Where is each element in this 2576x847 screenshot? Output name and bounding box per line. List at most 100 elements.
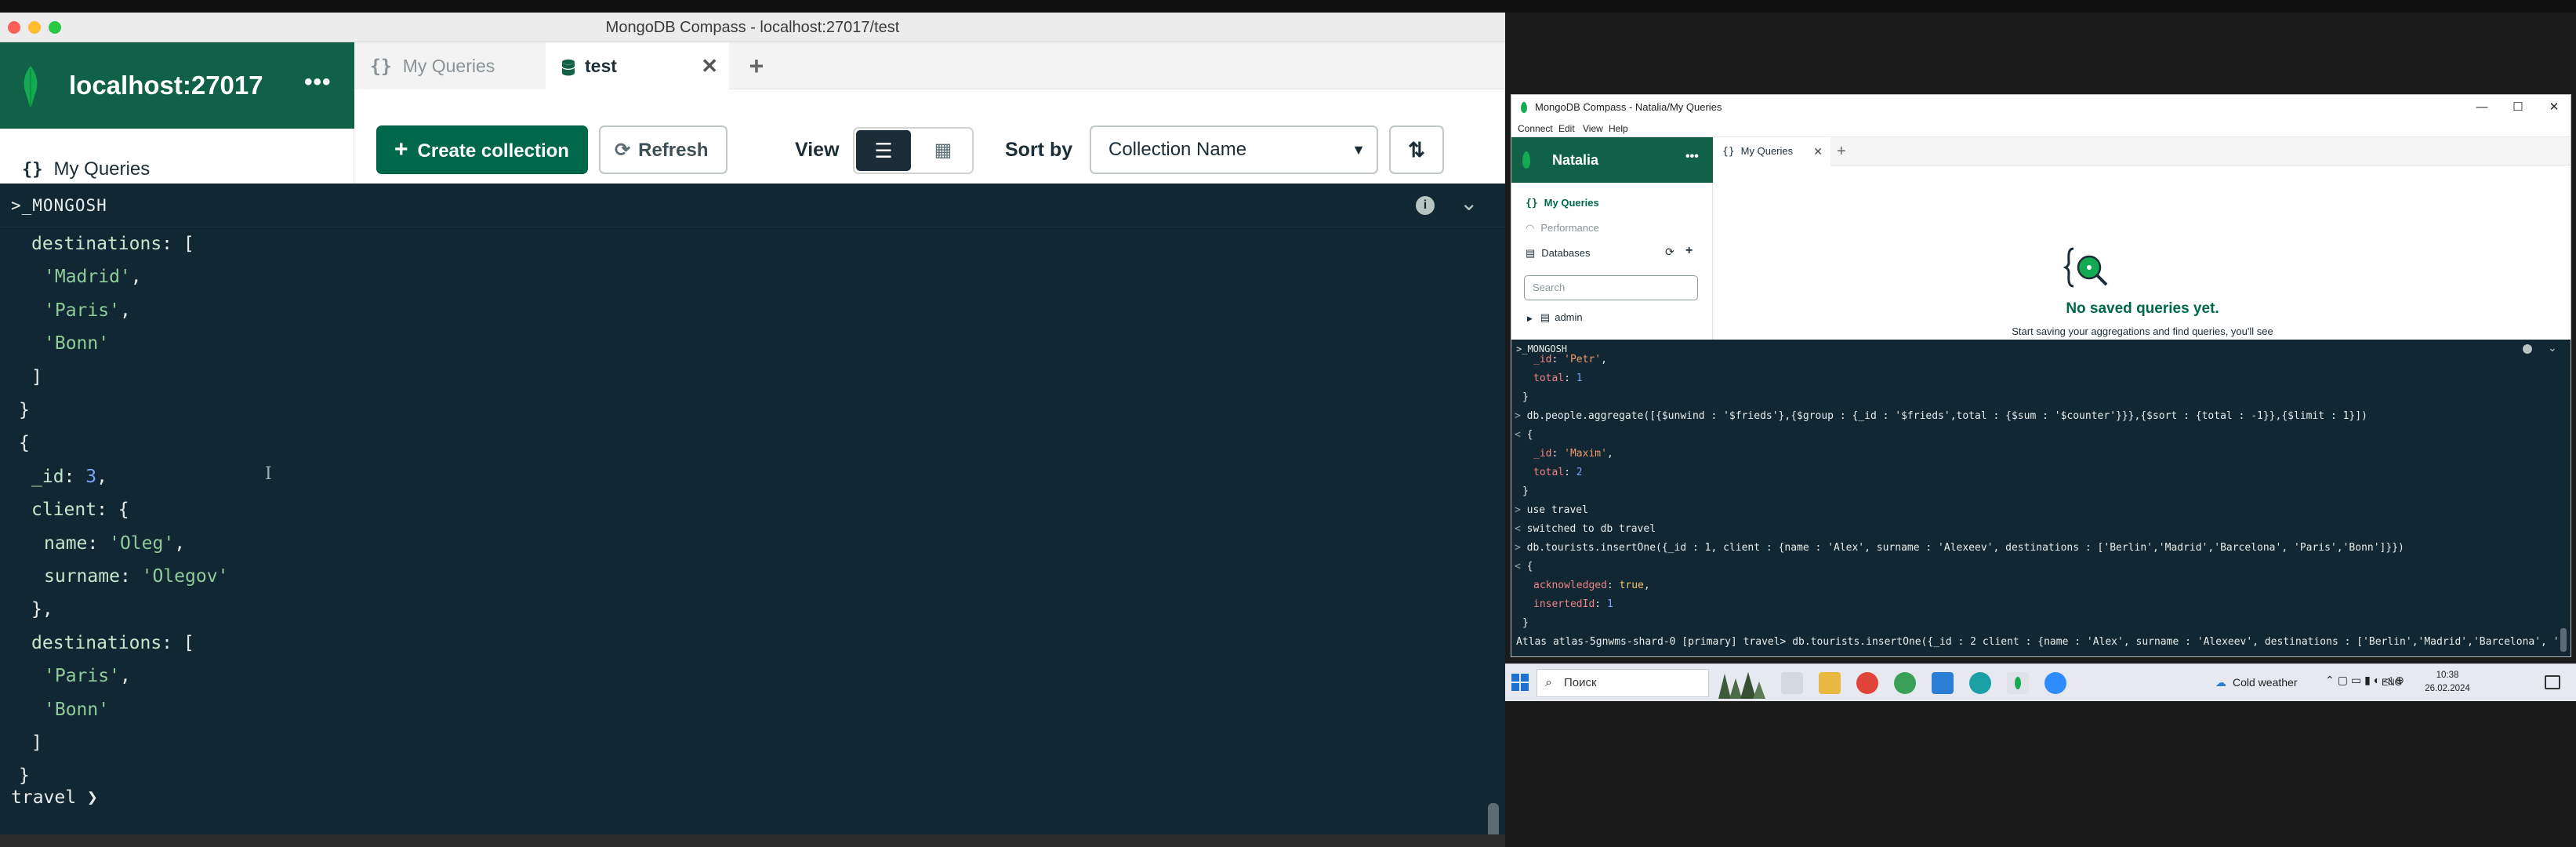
add-tab-button[interactable]: + [737,42,776,89]
caret-down-icon: ▼ [1351,142,1366,158]
minimize-window-button[interactable]: — [2464,95,2500,120]
output-line: _id: 3, [31,467,107,487]
sidebar-item-my-queries[interactable]: {} My Queries [22,158,150,180]
output-line: insertedId: 1 [1533,598,1613,610]
output-line: } [19,400,30,420]
sidebar-item-label: Performance [1540,222,1599,234]
empty-state-subtitle: Start saving your aggregations and find … [2012,325,2273,337]
connection-menu-button[interactable]: ••• [304,69,332,96]
collections-toolbar: + Create collection ⟳ Refresh View ☰ ▦ Sor… [354,89,1505,184]
empty-queries-icon [2063,247,2108,288]
language-indicator[interactable]: ENG [2382,664,2402,700]
output-line: acknowledged: true, [1533,580,1650,591]
clock-time: 10:38 [2436,671,2459,680]
grid-view-button[interactable]: ▦ [916,130,971,171]
output-line: 'Bonn' [44,700,110,720]
refresh-icon[interactable]: ⟳ [1665,245,1674,259]
taskbar-search[interactable]: ⌕ Поиск [1537,669,1709,697]
bottom-strip [0,834,1505,847]
menu-view[interactable]: View [1583,120,1603,137]
zoom-icon[interactable] [2044,672,2066,694]
clock-date: 26.02.2024 [2425,684,2470,693]
chrome-icon[interactable] [1856,672,1878,694]
notification-icon[interactable] [2545,675,2560,689]
info-icon[interactable]: i [1416,196,1435,215]
sort-desc-icon: ⇅ [1408,138,1425,162]
tab-bar: {} My Queries test ✕ + [354,42,1505,89]
scrollbar[interactable] [2560,628,2567,652]
tab-my-queries[interactable]: {} My Queries [354,42,546,89]
task-view-icon[interactable] [1781,672,1803,694]
output-line: } [1522,391,1529,403]
output-line: > db.people.aggregate([{$unwind : '$frie… [1515,410,2367,422]
sidebar-item-performance[interactable]: ◠ Performance [1526,222,1599,234]
sidebar-item-label: My Queries [53,158,151,180]
grid-icon: ▦ [934,140,952,161]
weather-widget[interactable]: ☁ Cold weather [2215,664,2298,700]
database-icon [561,59,575,76]
output-line: < { [1515,429,1533,441]
tab-my-queries[interactable]: {} My Queries ✕ [1713,137,1830,165]
search-input[interactable]: Search [1524,275,1698,300]
sidebar-item-my-queries[interactable]: {} My Queries [1526,197,1599,209]
connection-menu-button[interactable]: ••• [1685,150,1699,164]
close-tab-icon[interactable]: ✕ [1813,137,1823,165]
add-database-icon[interactable]: + [1685,244,1693,258]
database-icon: ▤ [1526,247,1536,259]
info-icon[interactable] [2523,344,2532,354]
vscode-icon[interactable] [1932,672,1954,694]
refresh-icon: ⟳ [615,140,631,161]
maximize-window-button[interactable]: ☐ [2500,95,2536,120]
trees-decoration-icon [1718,672,1765,699]
windows-start-icon[interactable] [1511,674,1529,691]
clock[interactable]: 10:38 26.02.2024 [2416,669,2479,696]
mongosh-header[interactable]: >_MONGOSH ⌄ [1511,340,2571,358]
add-tab-button[interactable]: + [1837,137,1846,165]
close-window-button[interactable]: ✕ [2536,95,2571,120]
sort-direction-button[interactable]: ⇅ [1389,125,1444,174]
menu-edit[interactable]: Edit [1558,120,1575,137]
connection-name: localhost:27017 [69,71,263,100]
scrollbar[interactable] [1488,803,1499,834]
list-view-button[interactable]: ☰ [856,130,911,171]
create-collection-button[interactable]: + Create collection [376,125,588,174]
tab-label: My Queries [402,56,495,76]
output-line: total: 1 [1533,373,1583,384]
chevron-down-icon[interactable]: ⌄ [2548,341,2557,354]
menu-connect[interactable]: Connect [1518,120,1553,137]
menu-bar: Connect Edit View Help [1511,120,2571,137]
tab-label: test [585,56,617,76]
edge-icon[interactable] [1969,672,1991,694]
search-icon: ⌕ [1545,676,1552,689]
chevron-down-icon[interactable]: ⌄ [1460,190,1478,216]
sort-value: Collection Name [1108,139,1247,160]
mongosh-header[interactable]: >_MONGOSH i ⌄ [0,184,1505,227]
output-line: surname: 'Olegov' [44,566,229,587]
close-tab-icon[interactable]: ✕ [701,42,718,89]
file-explorer-icon[interactable] [1819,672,1841,694]
chrome-profile-icon[interactable] [1894,672,1916,694]
mongosh-prompt[interactable]: Atlas atlas-5gnwms-shard-0 [primary] tra… [1516,633,2560,652]
braces-icon: {} [1526,198,1538,209]
mongosh-panel: >_MONGOSH ⌄ _id: 'Petr', total: 1 } > db… [1511,340,2571,656]
db-item-admin[interactable]: ▶ ▤ admin [1527,311,1583,324]
empty-state-title: No saved queries yet. [2066,300,2219,317]
output-line: } [1522,485,1529,497]
output-line: _id: 'Petr', [1533,354,1607,365]
compass-taskbar-icon[interactable] [2007,672,2029,694]
menu-help[interactable]: Help [1609,120,1628,137]
tab-test[interactable]: test ✕ [546,42,729,89]
sidebar-item-databases[interactable]: ▤ Databases [1526,247,1590,260]
top-strip [0,0,2576,13]
output-line: }, [31,599,53,620]
window-title: MongoDB Compass - localhost:27017/test [605,19,900,36]
desktop-background [1505,701,2576,847]
connection-header[interactable]: localhost:27017 ••• [0,42,354,129]
mongosh-prompt[interactable]: travel ❯ [11,787,98,808]
caret-right-icon: ▶ [1527,314,1533,322]
connection-header[interactable]: Natalia ••• [1511,137,1713,183]
output-line: 'Paris', [44,300,131,321]
refresh-button[interactable]: ⟳ Refresh [599,125,727,174]
sort-select[interactable]: Collection Name ▼ [1090,125,1378,174]
output-line: > db.tourists.insertOne({_id : 1, client… [1515,542,2404,554]
